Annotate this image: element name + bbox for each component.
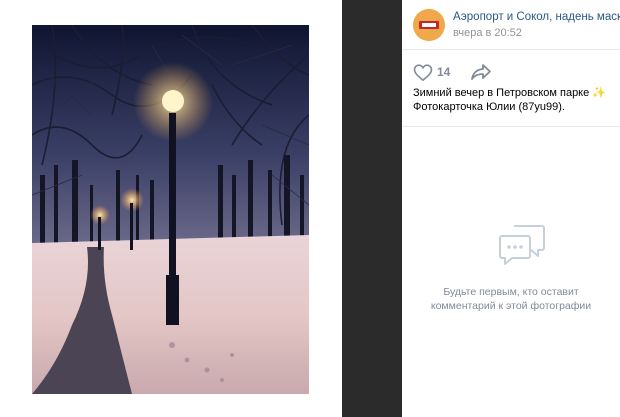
post-side-panel: Аэропорт и Сокол, надень маску вчера в 2… [402,0,620,417]
like-count: 14 [437,65,451,79]
section-divider [402,126,620,127]
empty-comments-line-2: комментарий к этой фотографии [430,300,592,312]
group-name-link[interactable]: Аэропорт и Сокол, надень маску [453,11,620,23]
share-arrow-icon [471,64,491,80]
winter-park-photo [32,25,309,394]
empty-comments-line-1: Будьте первым, кто оставит [443,286,579,298]
post-header: Аэропорт и Сокол, надень маску вчера в 2… [402,0,620,50]
group-avatar[interactable] [413,9,445,41]
caption-line-1: Зимний вечер в Петровском парке [413,87,590,99]
empty-comments-message: Будьте первым, кто оставит комментарий к… [402,285,620,313]
like-button[interactable]: 14 [413,62,457,82]
post-actions: 14 [413,62,613,82]
photo-viewer [0,0,342,417]
avatar-logo-icon [413,9,445,41]
share-button[interactable] [470,63,492,86]
sparkles-emoji-icon: ✨ [592,87,607,99]
viewer-divider-bar [342,0,402,417]
post-photo[interactable] [32,25,309,394]
heart-icon [413,64,433,81]
post-time[interactable]: вчера в 20:52 [453,27,522,39]
comments-icon [498,222,546,273]
post-caption: Зимний вечер в Петровском парке ✨ Фотока… [413,86,613,114]
caption-line-2: Фотокарточка Юлии (87yu99). [413,101,565,113]
